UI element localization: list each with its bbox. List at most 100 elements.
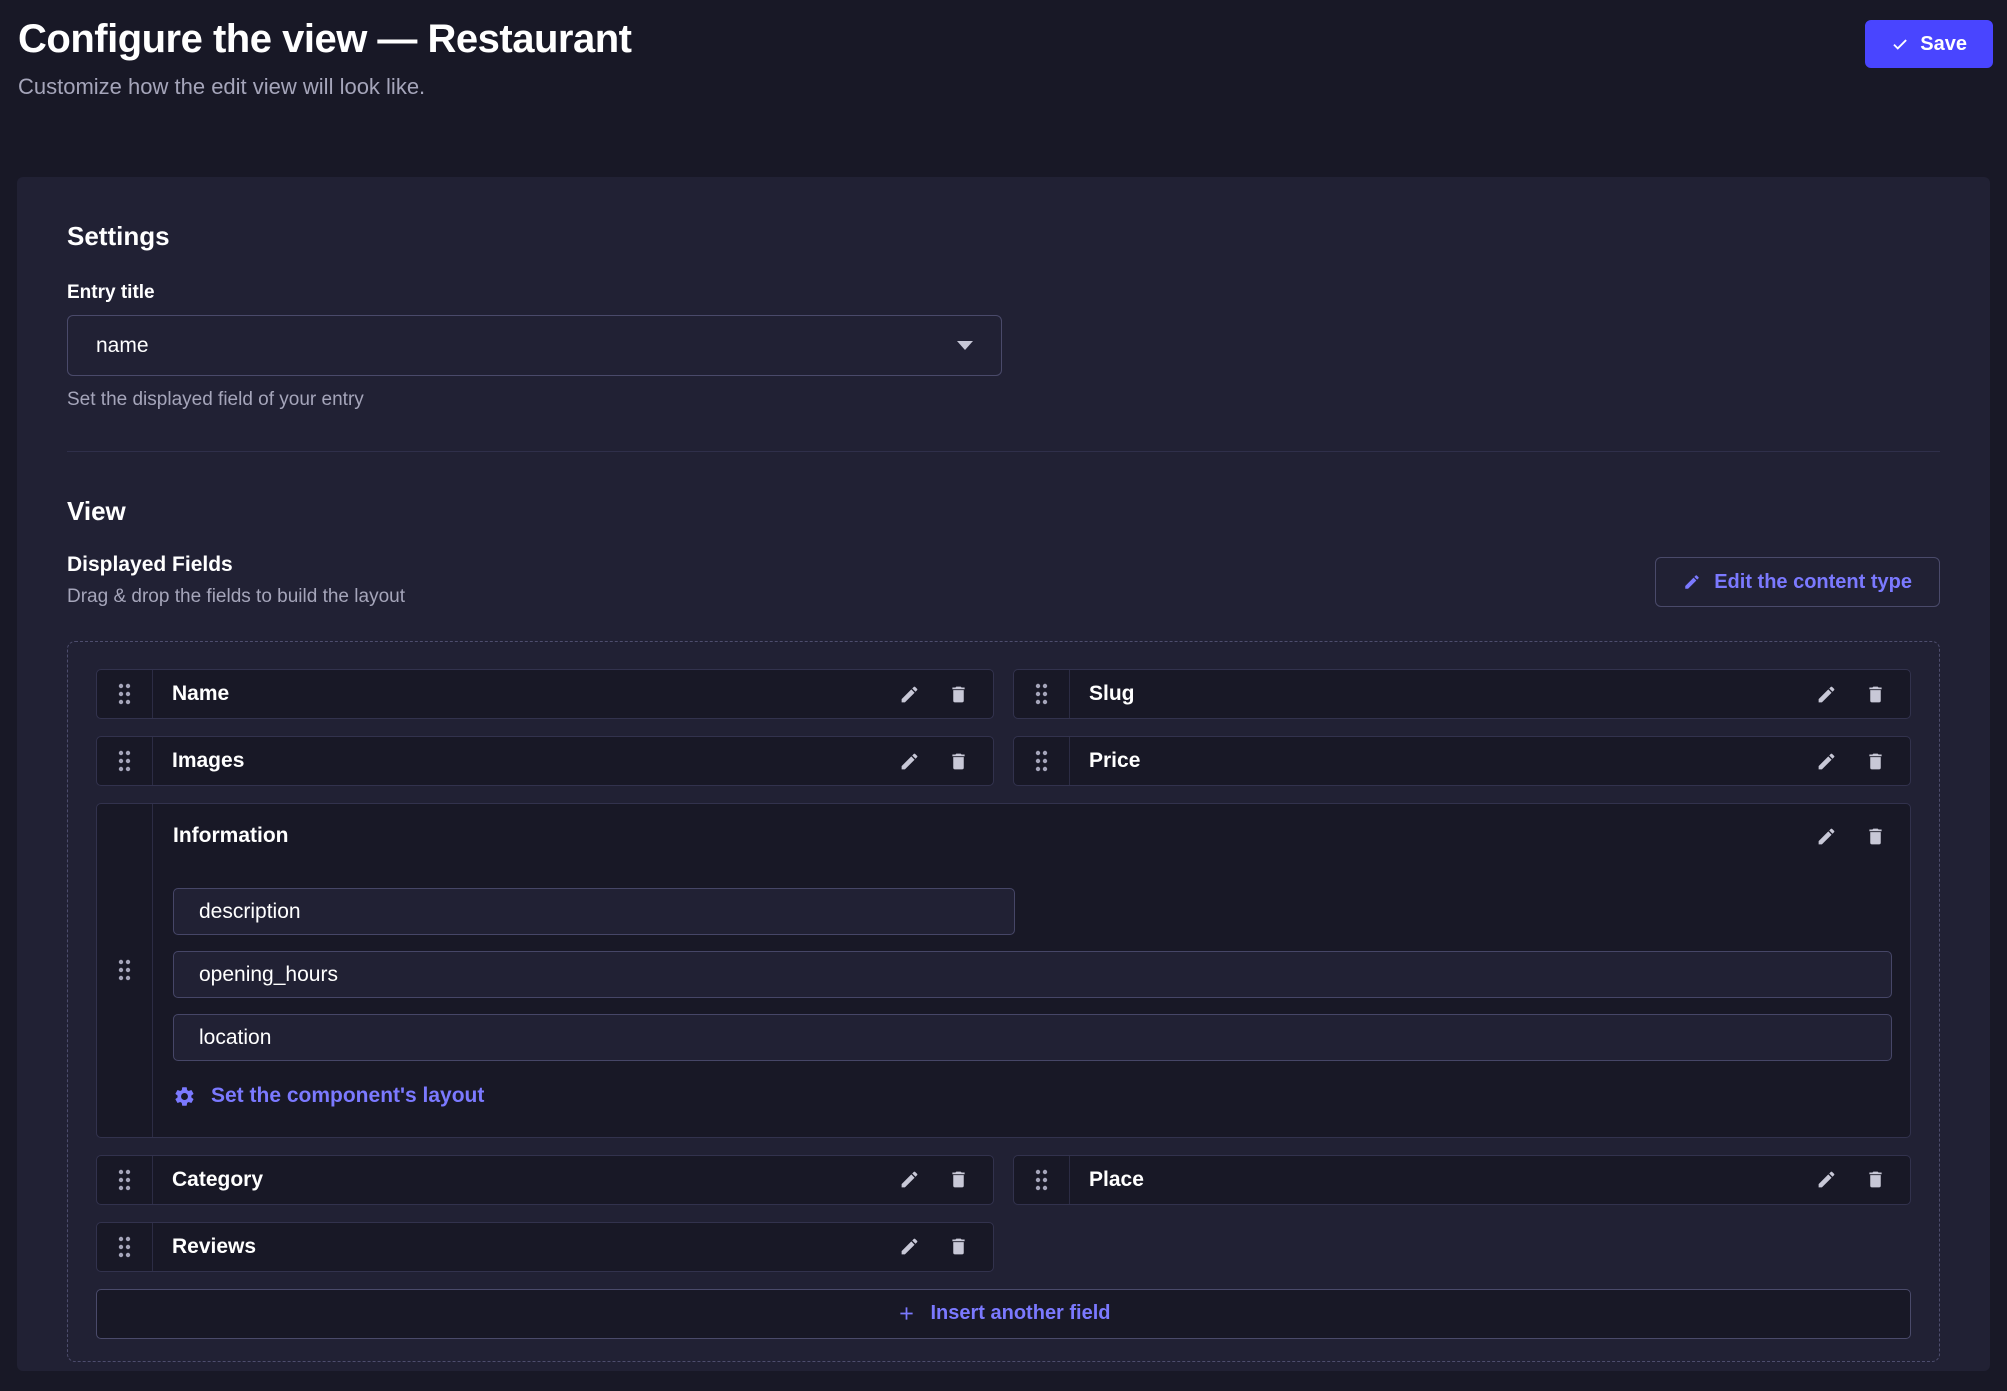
field-row-actions <box>899 1223 993 1271</box>
field-row-actions <box>899 1156 993 1204</box>
drag-handle[interactable] <box>97 1222 153 1271</box>
pencil-icon <box>901 686 918 702</box>
component-block-information: Information description opening_hours lo… <box>96 803 1911 1138</box>
edit-field-button[interactable] <box>899 1236 920 1257</box>
page-header-text: Configure the view — Restaurant Customiz… <box>18 14 632 100</box>
component-field-opening-hours[interactable]: opening_hours <box>173 951 1892 998</box>
entry-title-select-value: name <box>96 333 149 357</box>
component-actions <box>1816 826 1892 847</box>
field-row-label: Place <box>1089 1167 1144 1191</box>
drag-handle[interactable] <box>1014 737 1070 785</box>
field-row-images[interactable]: Images <box>96 736 994 786</box>
insert-another-field-button[interactable]: Insert another field <box>96 1288 1911 1339</box>
drag-handle[interactable] <box>97 1155 153 1204</box>
trash-icon <box>952 753 965 769</box>
empty-grid-cell <box>1013 1222 1911 1272</box>
edit-field-button[interactable] <box>899 684 920 705</box>
displayed-fields-header: Displayed Fields Drag & drop the fields … <box>67 553 1940 608</box>
drag-handle[interactable] <box>97 804 153 1137</box>
page-title: Configure the view — Restaurant <box>18 17 632 61</box>
field-row-actions <box>899 670 993 718</box>
field-row-label: Reviews <box>172 1234 257 1258</box>
delete-field-button[interactable] <box>1865 751 1886 772</box>
delete-field-button[interactable] <box>1865 826 1886 847</box>
field-row-name[interactable]: Name <box>96 669 994 719</box>
delete-field-button[interactable] <box>1865 1169 1886 1190</box>
field-row-category[interactable]: Category <box>96 1154 994 1205</box>
drag-handle-icon <box>118 960 131 981</box>
save-button-label: Save <box>1920 32 1967 55</box>
drag-handle-icon <box>118 683 131 705</box>
edit-field-button[interactable] <box>1816 1169 1837 1190</box>
pencil-icon <box>901 1238 918 1255</box>
drag-handle-icon <box>1035 750 1048 772</box>
field-row-slug[interactable]: Slug <box>1013 669 1911 719</box>
component-body: Information description opening_hours lo… <box>153 804 1910 1137</box>
pencil-icon <box>1683 573 1701 591</box>
drag-handle-icon <box>118 1236 131 1257</box>
field-row-actions <box>899 737 993 785</box>
insert-another-field-label: Insert another field <box>930 1302 1111 1324</box>
drag-handle[interactable] <box>1014 670 1070 718</box>
drag-handle-icon <box>118 1169 131 1190</box>
field-row-label: Slug <box>1089 682 1135 705</box>
section-divider <box>67 451 1940 452</box>
edit-content-type-button[interactable]: Edit the content type <box>1655 557 1940 607</box>
pencil-icon <box>1818 753 1835 769</box>
trash-icon <box>952 1171 965 1188</box>
field-row-place[interactable]: Place <box>1013 1154 1911 1205</box>
set-component-layout-link[interactable]: Set the component's layout <box>173 1084 484 1108</box>
entry-title-select[interactable]: name <box>67 315 1002 376</box>
settings-card: Settings Entry title name Set the displa… <box>17 177 1990 1371</box>
edit-field-button[interactable] <box>1816 751 1837 772</box>
drag-handle[interactable] <box>97 737 153 785</box>
field-row-actions <box>1816 1156 1910 1204</box>
pencil-icon <box>1818 828 1835 844</box>
save-button[interactable]: Save <box>1865 20 1993 68</box>
edit-field-button[interactable] <box>899 1169 920 1190</box>
edit-field-button[interactable] <box>899 751 920 772</box>
trash-icon <box>1869 828 1882 844</box>
component-field-location[interactable]: location <box>173 1014 1892 1061</box>
component-header: Information <box>173 824 1892 848</box>
page-subtitle: Customize how the edit view will look li… <box>18 74 426 99</box>
page-header: Configure the view — Restaurant Customiz… <box>0 0 2007 177</box>
pencil-icon <box>1818 1171 1835 1188</box>
field-row-label: Category <box>172 1167 264 1191</box>
delete-field-button[interactable] <box>948 1169 969 1190</box>
caret-down-icon <box>957 341 973 350</box>
delete-field-button[interactable] <box>1865 684 1886 705</box>
trash-icon <box>952 686 965 702</box>
field-row-actions <box>1816 737 1910 785</box>
plus-icon <box>900 1307 914 1320</box>
drag-handle-icon <box>1035 1169 1048 1190</box>
entry-title-label: Entry title <box>67 282 155 303</box>
fields-layout-area: Name Slug Images Price Information descr… <box>67 641 1940 1362</box>
trash-icon <box>1869 686 1882 702</box>
pencil-icon <box>901 1171 918 1188</box>
delete-field-button[interactable] <box>948 684 969 705</box>
field-row-actions <box>1816 670 1910 718</box>
component-title: Information <box>173 824 289 847</box>
edit-field-button[interactable] <box>1816 684 1837 705</box>
delete-field-button[interactable] <box>948 751 969 772</box>
component-field-description[interactable]: description <box>173 888 1016 935</box>
field-row-price[interactable]: Price <box>1013 736 1911 786</box>
trash-icon <box>952 1238 965 1255</box>
delete-field-button[interactable] <box>948 1236 969 1257</box>
edit-content-type-label: Edit the content type <box>1714 570 1912 593</box>
check-icon <box>1891 35 1909 53</box>
displayed-fields-title: Displayed Fields <box>67 553 233 576</box>
field-row-reviews[interactable]: Reviews <box>96 1221 994 1272</box>
gear-icon <box>175 1086 194 1106</box>
drag-handle-icon <box>1035 683 1048 705</box>
trash-icon <box>1869 1171 1882 1188</box>
drag-handle[interactable] <box>97 670 153 718</box>
displayed-fields-text: Displayed Fields Drag & drop the fields … <box>67 553 405 608</box>
drag-handle[interactable] <box>1014 1155 1070 1204</box>
field-row-label: Price <box>1089 749 1141 772</box>
set-component-layout-label: Set the component's layout <box>211 1084 485 1107</box>
trash-icon <box>1869 753 1882 769</box>
edit-field-button[interactable] <box>1816 826 1837 847</box>
drag-handle-icon <box>118 750 131 772</box>
